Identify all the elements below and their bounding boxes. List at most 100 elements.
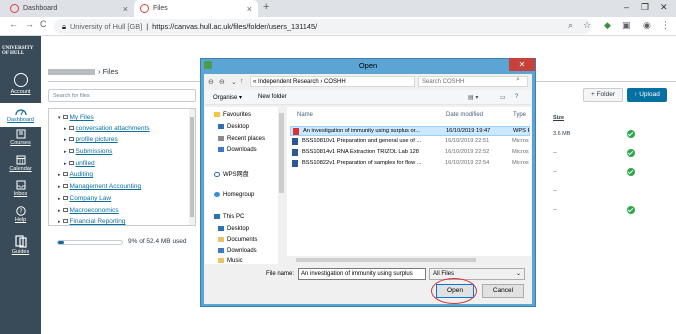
folder-icon: [68, 126, 74, 131]
inbox-icon: [16, 180, 25, 190]
nav-inbox[interactable]: Inbox: [0, 180, 41, 197]
cancel-button[interactable]: Cancel: [482, 284, 524, 298]
help-icon[interactable]: ?: [515, 94, 518, 100]
published-icon[interactable]: [627, 130, 635, 138]
breadcrumb: › Files: [98, 67, 119, 76]
folder-icon: [62, 172, 68, 177]
documents-icon: [218, 237, 224, 242]
nav-dashboard[interactable]: Dashboard: [0, 106, 41, 123]
preview-pane-icon[interactable]: ▭: [500, 94, 506, 101]
file-row[interactable]: BSS10810v1 Preparation and general use o…: [290, 137, 530, 147]
tab-dashboard[interactable]: Dashboard ×: [4, 0, 134, 17]
dialog-close-button[interactable]: ✕: [509, 58, 535, 71]
nav-guides[interactable]: Guides: [0, 234, 41, 255]
file-type-select[interactable]: All Files ⌄: [429, 268, 525, 280]
menu-icon[interactable]: ⋮: [661, 20, 670, 31]
file-row[interactable]: BSS10822v1 Preparation of samples for fl…: [290, 159, 530, 169]
folder-icon: [68, 149, 74, 154]
tree-item[interactable]: ▸ Financial Reporting: [58, 218, 126, 225]
scrollbar-thumb[interactable]: [296, 258, 476, 262]
maximize-button[interactable]: ❐: [641, 2, 649, 13]
nav-pane-item[interactable]: Documents: [218, 237, 257, 243]
nav-label: Courses: [10, 140, 31, 146]
music-icon: [218, 258, 224, 263]
downloads-icon: [218, 248, 224, 253]
close-icon[interactable]: ×: [247, 4, 252, 14]
tree-item[interactable]: ▸ conversation attachments: [64, 125, 150, 132]
cloud-icon: [214, 171, 220, 177]
pdf-icon: [293, 128, 299, 135]
close-icon[interactable]: ×: [123, 4, 128, 14]
address-bar[interactable]: 🔒︎ University of Hull [GB] | https://can…: [54, 19, 592, 34]
new-tab-button[interactable]: +: [263, 1, 269, 13]
tree-item[interactable]: ▸ Management Accounting: [58, 183, 141, 190]
book-icon: [16, 129, 25, 139]
url-text: https://canvas.hull.ac.uk/files/folder/u…: [152, 22, 318, 31]
chevron-down-icon[interactable]: ⌄: [231, 78, 237, 86]
file-name-label: File name:: [266, 271, 295, 277]
size-cell: --: [553, 169, 557, 175]
nav-courses[interactable]: Courses: [0, 129, 41, 146]
nav-pane-item[interactable]: Recent places: [218, 136, 265, 142]
extension-icon[interactable]: ◆: [604, 20, 611, 31]
forward-button[interactable]: →: [25, 19, 34, 29]
profile-icon[interactable]: ◉: [643, 20, 651, 31]
tree-item[interactable]: ▸ Submissions: [64, 148, 112, 155]
column-type[interactable]: Type: [513, 112, 526, 118]
nav-pane-item[interactable]: Desktop: [218, 226, 249, 232]
nav-pane-item[interactable]: Music: [218, 258, 243, 264]
star-icon[interactable]: ☆: [583, 20, 591, 31]
forward-button[interactable]: ⊖: [219, 78, 225, 86]
tree-item[interactable]: ▸ Macroeconomics: [58, 207, 119, 214]
breadcrumb-current: Files: [102, 67, 119, 76]
scrollbar-thumb[interactable]: [190, 117, 194, 217]
nav-calendar[interactable]: Calendar: [0, 155, 41, 172]
published-icon[interactable]: [627, 206, 635, 214]
published-icon[interactable]: [627, 149, 635, 157]
minimize-button[interactable]: –: [624, 2, 629, 12]
view-options-icon[interactable]: ▤ ▾: [468, 94, 478, 101]
back-button[interactable]: ⊖: [208, 78, 214, 86]
new-folder-button[interactable]: New folder: [258, 94, 287, 100]
column-date[interactable]: Date modified: [446, 112, 483, 118]
user-circle-icon[interactable]: [14, 73, 28, 87]
file-row[interactable]: An investigation of immunity using surpl…: [290, 126, 530, 136]
file-name-input[interactable]: An investigation of immunity using surpl…: [298, 268, 426, 280]
university-logo[interactable]: UNIVERSITY OF HULL: [2, 46, 40, 56]
dialog-title: Open: [358, 61, 378, 70]
nav-pane-item[interactable]: This PC: [214, 214, 244, 220]
path-bar[interactable]: « Independent Research › COSHH: [250, 76, 415, 87]
nav-pane-item[interactable]: Desktop: [218, 124, 249, 130]
upload-button[interactable]: ↑ Upload: [627, 88, 667, 102]
file-row[interactable]: BSS10814v1 RNA Extraction TRIZOL Lab 128…: [290, 148, 530, 158]
nav-pane-item[interactable]: Downloads: [218, 147, 257, 153]
back-button[interactable]: ←: [9, 19, 18, 29]
organise-menu[interactable]: Organise ▾: [213, 94, 242, 101]
dialog-search-input[interactable]: Search COSHH: [418, 76, 528, 87]
nav-pane-item[interactable]: WPS网盘: [214, 169, 249, 178]
close-window-button[interactable]: ✕: [660, 2, 668, 13]
nav-pane-item[interactable]: Favourites: [214, 112, 251, 118]
published-icon[interactable]: [627, 168, 635, 176]
tree-item[interactable]: ▸ profile pictures: [64, 136, 118, 143]
up-button[interactable]: ↑: [240, 78, 244, 85]
add-folder-button[interactable]: + Folder: [583, 88, 623, 102]
scrollbar-thumb[interactable]: [279, 113, 284, 193]
tree-item[interactable]: ▸ Auditing: [58, 171, 93, 178]
size-column-header[interactable]: Size: [553, 115, 564, 121]
nav-help[interactable]: ? Help: [0, 206, 41, 223]
nav-pane-item[interactable]: Homegroup: [214, 192, 254, 198]
column-name[interactable]: Name: [297, 112, 313, 118]
quota-text: 9% of 52.4 MB used: [128, 238, 187, 245]
tree-item[interactable]: ▸ Company Law: [58, 195, 111, 202]
nav-pane-item[interactable]: Downloads: [218, 248, 257, 254]
tree-item[interactable]: ▸ unfiled: [64, 160, 95, 167]
canvas-logo-icon: [140, 4, 149, 13]
tab-files[interactable]: Files ×: [134, 0, 258, 17]
nav-account[interactable]: Account: [0, 89, 41, 95]
reload-button[interactable]: C: [40, 19, 47, 29]
tree-item[interactable]: ▾ My Files: [58, 114, 94, 121]
zoom-icon[interactable]: ⌕: [568, 20, 573, 31]
file-search-input[interactable]: Search for files: [48, 89, 196, 102]
extension-icon[interactable]: ▣: [622, 20, 631, 31]
